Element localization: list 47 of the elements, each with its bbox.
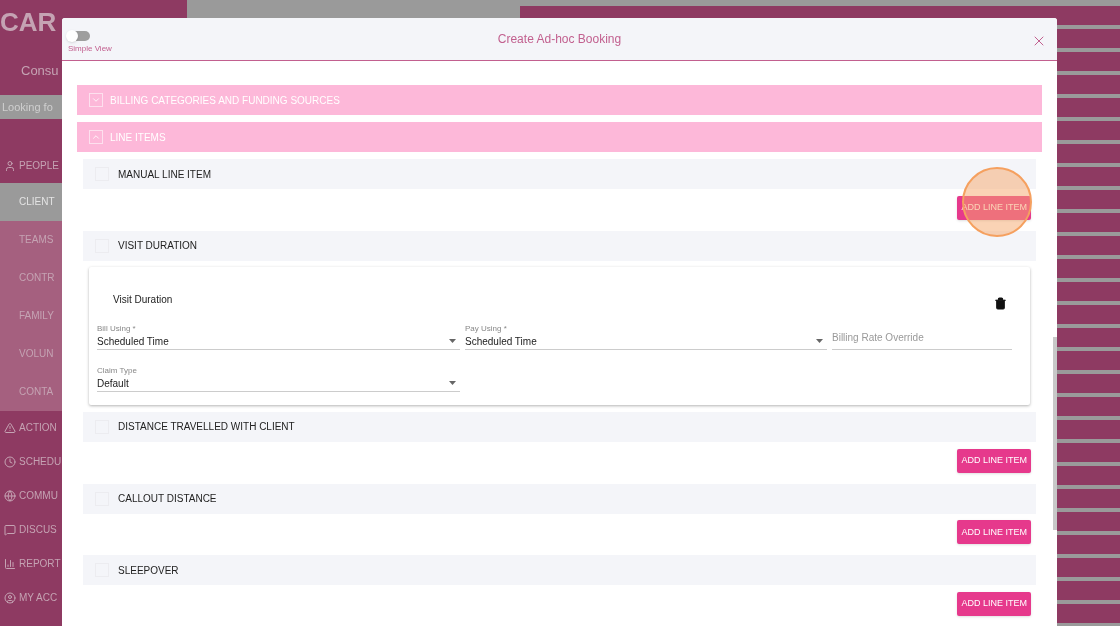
field-label: Pay Using * <box>465 323 507 334</box>
dropdown-caret-icon[interactable] <box>816 339 823 344</box>
nav-item[interactable]: FAMILY <box>19 308 54 323</box>
nav-icon <box>3 557 16 570</box>
nav-item[interactable]: TEAMS <box>19 232 54 247</box>
add-line-item-button[interactable]: ADD LINE ITEM <box>957 448 1031 473</box>
field-label: Claim Type <box>97 365 137 376</box>
nav-item[interactable]: ACTION <box>19 420 57 435</box>
nav-item[interactable]: COMMU <box>19 488 58 503</box>
nav-icon <box>3 591 16 604</box>
select-field[interactable]: Scheduled Time <box>97 333 460 350</box>
nav-item[interactable]: CONTR <box>19 270 55 285</box>
dialog-title: Create Ad-hoc Booking <box>497 31 622 48</box>
nav-icon <box>3 159 16 172</box>
nav-item[interactable]: SCHEDU <box>19 454 62 469</box>
select-field[interactable]: Scheduled Time <box>465 333 827 350</box>
chevron-up-icon <box>91 132 101 142</box>
nav-icon <box>3 523 16 536</box>
dropdown-caret-icon[interactable] <box>449 339 456 344</box>
nav-item[interactable]: VOLUN <box>19 346 54 361</box>
nav-item[interactable]: REPORT <box>19 556 61 571</box>
toggle-label: Simple View <box>68 44 112 53</box>
nav-item[interactable]: DISCUS <box>19 522 57 537</box>
line-item-header[interactable]: MANUAL LINE ITEM <box>83 159 1036 189</box>
dropdown-caret-icon[interactable] <box>449 381 456 386</box>
field-label: Bill Using * <box>97 323 136 334</box>
card-title: Visit Duration <box>112 292 173 307</box>
delete-icon[interactable] <box>994 296 1007 310</box>
toggle-switch[interactable] <box>68 31 90 41</box>
add-line-item-button[interactable]: ADD LINE ITEM <box>957 592 1031 616</box>
scrollbar[interactable] <box>1053 337 1057 530</box>
nav-icon <box>3 455 16 468</box>
line-item-header[interactable]: DISTANCE TRAVELLED WITH CLIENT <box>83 411 1036 442</box>
subtitle: Consu <box>20 62 59 80</box>
chevron-down-icon <box>91 95 101 105</box>
nav-item[interactable]: CONTA <box>19 384 54 399</box>
line-item-header[interactable]: VISIT DURATION <box>83 230 1036 261</box>
nav-item[interactable]: MY ACC <box>19 590 58 605</box>
nav-item[interactable]: CLIENT <box>19 194 55 209</box>
nav-item[interactable]: PEOPLE <box>19 158 60 173</box>
logo: CAR <box>0 8 57 36</box>
add-line-item-button[interactable]: ADD LINE ITEM <box>957 520 1031 545</box>
line-item-header[interactable]: CALLOUT DISTANCE <box>83 483 1036 514</box>
line-item-header[interactable]: SLEEPOVER <box>83 555 1036 586</box>
nav-icon <box>3 489 16 502</box>
select-field[interactable]: Default <box>97 375 460 392</box>
nav-icon <box>3 421 16 434</box>
